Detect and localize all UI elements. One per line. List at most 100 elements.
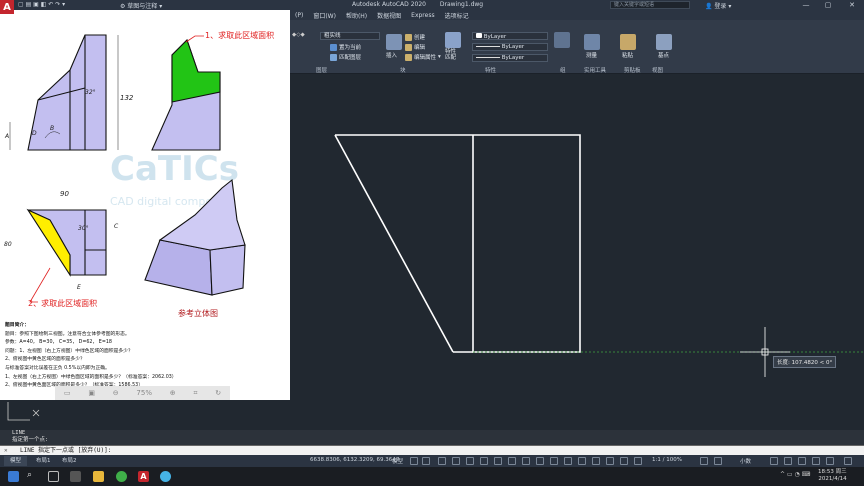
panel-properties[interactable]: 特性 — [485, 66, 496, 74]
quick-access-toolbar[interactable]: ▢ ▤ ▣ ◧ ↶ ↷ ▾ — [18, 1, 65, 8]
command-history: LINE 指定第一个点: — [0, 430, 864, 445]
ortho-icon[interactable] — [438, 457, 446, 465]
lock-ui-icon[interactable] — [784, 457, 792, 465]
linetype-dropdown[interactable]: ByLayer — [472, 54, 548, 62]
rotate-icon[interactable]: ↻ — [215, 389, 221, 397]
model-space-button[interactable]: 模型 — [392, 457, 403, 465]
coordinates: 6638.8306, 6132.3209, 69.3647 — [310, 457, 400, 463]
layer-tools[interactable]: ◆◇◆ — [292, 32, 305, 38]
close-icon[interactable]: ✕ — [842, 0, 862, 10]
task-view-icon[interactable] — [48, 471, 59, 482]
match-layer-button[interactable]: 匹配图层 — [330, 53, 361, 61]
autocad-app-button[interactable]: A — [0, 0, 14, 14]
workspace-selector[interactable]: ⚙ 草图与注释 ▾ — [120, 1, 162, 10]
search-icon[interactable]: ⌕ — [27, 470, 32, 480]
measure-icon[interactable] — [584, 34, 600, 50]
panel-view[interactable]: 视图 — [652, 66, 663, 74]
zoom-out-icon[interactable]: ⊖ — [113, 389, 119, 397]
panel-block[interactable]: 块 — [400, 66, 406, 74]
insert-block-icon[interactable] — [386, 34, 402, 50]
object-snap-icon[interactable] — [494, 457, 502, 465]
maximize-icon[interactable]: ▢ — [818, 0, 838, 10]
menu-item[interactable]: 帮助(H) — [341, 11, 372, 20]
edit-block-button[interactable]: 编辑 — [405, 43, 425, 51]
base-point-icon[interactable] — [656, 34, 672, 50]
panel-clipboard[interactable]: 剪贴板 — [624, 66, 641, 74]
layer-dropdown[interactable]: 粗实线 — [320, 32, 380, 40]
menu-item[interactable]: Express — [406, 12, 439, 19]
lineweight-icon[interactable] — [508, 457, 516, 465]
search-input[interactable]: 键入关键字或短语 — [610, 1, 690, 9]
grid-icon[interactable] — [410, 457, 418, 465]
command-line[interactable]: ✕ LINE 指定下一点或 [放弃(U)]: — [0, 445, 864, 455]
panel-groups[interactable]: 组 — [560, 66, 566, 74]
auto-scale-icon[interactable] — [620, 457, 628, 465]
snap-icon[interactable] — [422, 457, 430, 465]
3d-osnap-icon[interactable] — [550, 457, 558, 465]
tab-model[interactable]: 模型 — [4, 456, 28, 466]
workspace-icon[interactable] — [700, 457, 708, 465]
isodraft-icon[interactable] — [466, 457, 474, 465]
clock[interactable]: 18:53 周三 2021/4/14 — [818, 469, 847, 483]
crop-icon[interactable]: ⌗ — [193, 389, 197, 398]
system-tray[interactable]: ^ ▭ ◔ ⌨ — [780, 471, 810, 478]
start-icon[interactable] — [8, 471, 19, 482]
autocad-taskbar-icon[interactable]: A — [138, 471, 149, 482]
object-snap-tracking-icon[interactable] — [480, 457, 488, 465]
color-value: ByLayer — [483, 34, 507, 40]
tab-layout2[interactable]: 布局2 — [56, 456, 83, 466]
title-app: Autodesk AutoCAD 2020 — [352, 1, 426, 8]
edit-attr-button[interactable]: 编辑属性 ▾ — [405, 53, 441, 61]
dynamic-ucs-icon[interactable] — [564, 457, 572, 465]
isolate-objects-icon[interactable] — [798, 457, 806, 465]
reference-document-viewer[interactable]: CaTICs CAD digital compe...on 132 32° B … — [0, 10, 290, 400]
plus-icon[interactable] — [714, 457, 722, 465]
graphics-performance-icon[interactable] — [812, 457, 820, 465]
zoom-in-icon[interactable]: ⊕ — [170, 389, 176, 397]
lineweight-dropdown[interactable]: ByLayer — [472, 43, 548, 51]
menu-item[interactable]: (P) — [290, 12, 308, 19]
polar-icon[interactable] — [452, 457, 460, 465]
set-current-button[interactable]: 置为当前 — [330, 43, 361, 51]
transparency-icon[interactable] — [522, 457, 530, 465]
minimize-icon[interactable]: — — [796, 0, 816, 10]
layer-dropdown-value: 粗实线 — [324, 33, 341, 39]
panel-utilities[interactable]: 实用工具 — [584, 66, 606, 74]
chat-app-icon[interactable] — [160, 471, 171, 482]
dim-30: 30° — [78, 225, 89, 232]
fit-icon[interactable]: ▣ — [88, 389, 95, 397]
customization-icon[interactable] — [844, 457, 852, 465]
color-dropdown[interactable]: ByLayer — [472, 32, 548, 40]
match-properties-icon[interactable] — [445, 32, 461, 48]
annotation-scale[interactable]: 1:1 / 100% — [652, 457, 682, 463]
quick-properties-icon[interactable] — [770, 457, 778, 465]
windows-taskbar: ⌕ A ^ ▭ ◔ ⌨ 18:53 周三 2021/4/14 — [0, 467, 864, 486]
units-display[interactable]: 小数 — [740, 457, 751, 465]
browser-icon[interactable] — [116, 471, 127, 482]
tooltip-value: 107.4820 < 0° — [791, 360, 833, 366]
panel-layers[interactable]: 图层 — [316, 66, 327, 74]
drawing-svg[interactable] — [290, 75, 864, 430]
create-block-button[interactable]: 创建 — [405, 33, 425, 41]
annotation-visibility-icon[interactable] — [606, 457, 614, 465]
clean-screen-icon[interactable] — [826, 457, 834, 465]
save-icon[interactable]: ▭ — [64, 389, 71, 397]
selection-filter-icon[interactable] — [578, 457, 586, 465]
menu-item[interactable]: 数据视图 — [372, 11, 406, 20]
tab-layout1[interactable]: 布局1 — [30, 456, 57, 466]
annotation-monitor-icon[interactable] — [634, 457, 642, 465]
menu-item[interactable]: 窗口(W) — [308, 11, 341, 20]
file-explorer-icon[interactable] — [93, 471, 104, 482]
menu-item[interactable]: 选项标记 — [440, 11, 474, 20]
text-line: 问题：1、左视图（右上方视图）中绿色区域的面积是多少？ — [5, 348, 133, 354]
taskbar-app-icon[interactable] — [70, 471, 81, 482]
paste-icon[interactable] — [620, 34, 636, 50]
group-icon[interactable] — [554, 32, 570, 48]
gizmo-icon[interactable] — [592, 457, 600, 465]
create-block-icon — [405, 33, 412, 41]
selection-cycling-icon[interactable] — [536, 457, 544, 465]
create-label: 创建 — [414, 35, 426, 41]
drawing-canvas[interactable]: 长度: 107.4820 < 0° — [290, 75, 864, 430]
user-login[interactable]: 👤 登录 ▾ — [705, 1, 731, 10]
dropdown-arrow-icon: ▾ — [438, 54, 441, 60]
